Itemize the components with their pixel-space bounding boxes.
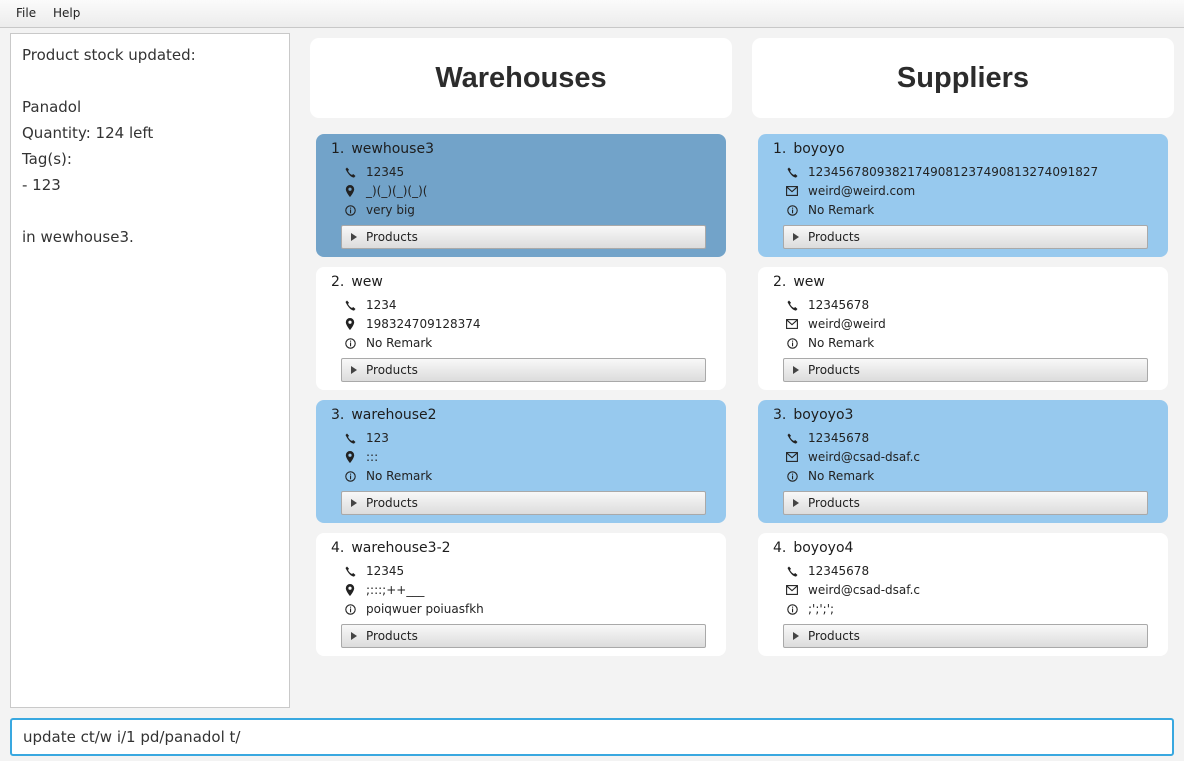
- card-title: 3. warehouse2: [331, 407, 437, 423]
- warehouse-card[interactable]: 2. wew 1234 198324709128374 No Remark Pro…: [316, 267, 726, 390]
- address-row: _)(_)(_)(_)(: [344, 182, 427, 200]
- card-title: 4. boyoyo4: [773, 540, 854, 556]
- remark-row: ;';';';: [786, 600, 834, 618]
- phone-row: 12345: [344, 562, 404, 580]
- phone-icon: [344, 299, 356, 311]
- remark-row: No Remark: [344, 334, 432, 352]
- triangle-right-icon: [351, 366, 357, 374]
- remark-row: No Remark: [786, 201, 874, 219]
- location-pin-icon: [344, 584, 356, 596]
- phone-icon: [786, 166, 798, 178]
- products-toggle-button[interactable]: Products: [341, 358, 706, 382]
- triangle-right-icon: [351, 233, 357, 241]
- info-icon: [344, 603, 356, 615]
- products-toggle-button[interactable]: Products: [783, 491, 1148, 515]
- warehouse-card[interactable]: 1. wewhouse3 12345 _)(_)(_)(_)( very big …: [316, 134, 726, 257]
- phone-row: 123456780938217490812374908132740918​27: [786, 163, 1098, 181]
- phone-icon: [786, 432, 798, 444]
- products-toggle-button[interactable]: Products: [341, 225, 706, 249]
- products-toggle-button[interactable]: Products: [783, 624, 1148, 648]
- supplier-card[interactable]: 4. boyoyo4 12345678 weird@csad-dsaf.c ;';…: [758, 533, 1168, 656]
- phone-row: 12345678: [786, 562, 869, 580]
- warehouses-header: Warehouses: [310, 38, 732, 118]
- location-pin-icon: [344, 318, 356, 330]
- info-icon: [786, 337, 798, 349]
- products-toggle-button[interactable]: Products: [783, 225, 1148, 249]
- info-icon: [786, 204, 798, 216]
- card-title: 2. wew: [773, 274, 825, 290]
- products-toggle-button[interactable]: Products: [341, 624, 706, 648]
- info-icon: [786, 603, 798, 615]
- email-row: weird@weird.com: [786, 182, 915, 200]
- envelope-icon: [786, 185, 798, 197]
- remark-row: No Remark: [786, 467, 874, 485]
- location-pin-icon: [344, 451, 356, 463]
- warehouse-card[interactable]: 4. warehouse3-2 12345 ;:::;++___ poiqwuer…: [316, 533, 726, 656]
- supplier-card[interactable]: 2. wew 12345678 weird@weird No Remark Pro…: [758, 267, 1168, 390]
- info-icon: [786, 470, 798, 482]
- triangle-right-icon: [351, 499, 357, 507]
- products-toggle-button[interactable]: Products: [783, 358, 1148, 382]
- card-title: 2. wew: [331, 274, 383, 290]
- envelope-icon: [786, 584, 798, 596]
- command-box: [10, 718, 1174, 756]
- triangle-right-icon: [793, 233, 799, 241]
- warehouse-card[interactable]: 3. warehouse2 123 ::: No Remark Products: [316, 400, 726, 523]
- suppliers-header: Suppliers: [752, 38, 1174, 118]
- card-title: 3. boyoyo3: [773, 407, 854, 423]
- info-icon: [344, 337, 356, 349]
- suppliers-title: Suppliers: [896, 61, 1030, 94]
- envelope-icon: [786, 318, 798, 330]
- supplier-card[interactable]: 1. boyoyo 1234567809382174908123749081327…: [758, 134, 1168, 257]
- phone-row: 12345678: [786, 296, 869, 314]
- supplier-card[interactable]: 3. boyoyo3 12345678 weird@csad-dsaf.c No …: [758, 400, 1168, 523]
- info-icon: [344, 204, 356, 216]
- triangle-right-icon: [793, 499, 799, 507]
- phone-row: 12345: [344, 163, 404, 181]
- products-toggle-button[interactable]: Products: [341, 491, 706, 515]
- address-row: 198324709128374: [344, 315, 481, 333]
- phone-icon: [786, 299, 798, 311]
- menu-file[interactable]: File: [16, 6, 36, 20]
- email-row: weird@weird: [786, 315, 886, 333]
- phone-row: 12345678: [786, 429, 869, 447]
- remark-row: very big: [344, 201, 415, 219]
- email-row: weird@csad-dsaf.c: [786, 581, 920, 599]
- remark-row: No Remark: [786, 334, 874, 352]
- location-pin-icon: [344, 185, 356, 197]
- phone-icon: [344, 432, 356, 444]
- warehouses-title: Warehouses: [435, 61, 607, 94]
- card-title: 4. warehouse3-2: [331, 540, 451, 556]
- triangle-right-icon: [793, 632, 799, 640]
- phone-row: 1234: [344, 296, 397, 314]
- address-row: ;:::;++___: [344, 581, 424, 599]
- phone-row: 123: [344, 429, 389, 447]
- info-icon: [344, 470, 356, 482]
- card-title: 1. wewhouse3: [331, 141, 434, 157]
- address-row: :::: [344, 448, 378, 466]
- command-input[interactable]: [23, 728, 1161, 746]
- envelope-icon: [786, 451, 798, 463]
- triangle-right-icon: [351, 632, 357, 640]
- email-row: weird@csad-dsaf.c: [786, 448, 920, 466]
- menu-help[interactable]: Help: [53, 6, 80, 20]
- card-title: 1. boyoyo: [773, 141, 845, 157]
- menu-bar: File Help: [0, 0, 1184, 28]
- remark-row: No Remark: [344, 467, 432, 485]
- remark-row: poiqwuer poiuasfkh: [344, 600, 484, 618]
- triangle-right-icon: [793, 366, 799, 374]
- phone-icon: [786, 565, 798, 577]
- phone-icon: [344, 166, 356, 178]
- result-display: Product stock updated: Panadol Quantity:…: [10, 33, 290, 708]
- phone-icon: [344, 565, 356, 577]
